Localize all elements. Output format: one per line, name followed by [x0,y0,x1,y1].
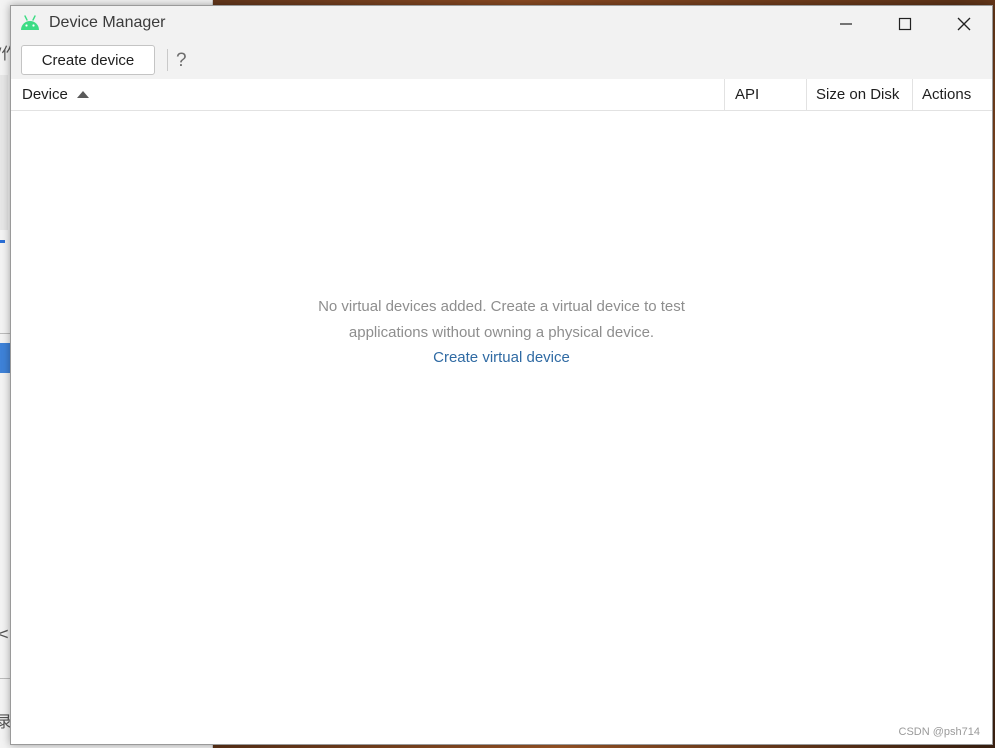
minimize-button[interactable] [817,6,875,41]
empty-state-message: No virtual devices added. Create a virtu… [318,298,685,341]
column-header-label: API [735,86,760,103]
column-header-actions[interactable]: Actions [912,79,992,110]
close-button[interactable] [935,6,993,41]
toolbar: Create device ? [11,41,992,80]
empty-state: No virtual devices added. Create a virtu… [11,294,992,367]
background-panel [0,75,8,230]
column-header-api[interactable]: API [724,79,806,110]
help-icon[interactable]: ? [176,50,187,72]
create-device-button[interactable]: Create device [21,45,155,75]
maximize-icon [898,17,912,30]
create-virtual-device-link[interactable]: Create virtual device [433,349,570,366]
android-icon [21,15,39,30]
minimize-icon [840,22,852,25]
column-header-label: Actions [922,86,972,103]
background-text-fragment: < [0,624,10,643]
toolbar-separator [167,49,168,71]
window-title: Device Manager [49,14,166,31]
close-icon [957,17,971,30]
column-header-size-on-disk[interactable]: Size on Disk [806,79,912,110]
title-bar[interactable]: Device Manager [11,6,992,41]
column-header-label: Size on Disk [816,86,900,103]
column-header-device[interactable]: Device [22,79,724,110]
sort-ascending-icon [76,91,89,98]
maximize-button[interactable] [876,6,934,41]
device-table-header: Device API Size on Disk Actions [11,79,992,111]
column-header-label: Device [22,86,68,103]
watermark: CSDN @psh714 [898,726,980,738]
device-manager-window: Device Manager Create device ? Device AP… [10,5,993,745]
background-accent [0,240,5,243]
